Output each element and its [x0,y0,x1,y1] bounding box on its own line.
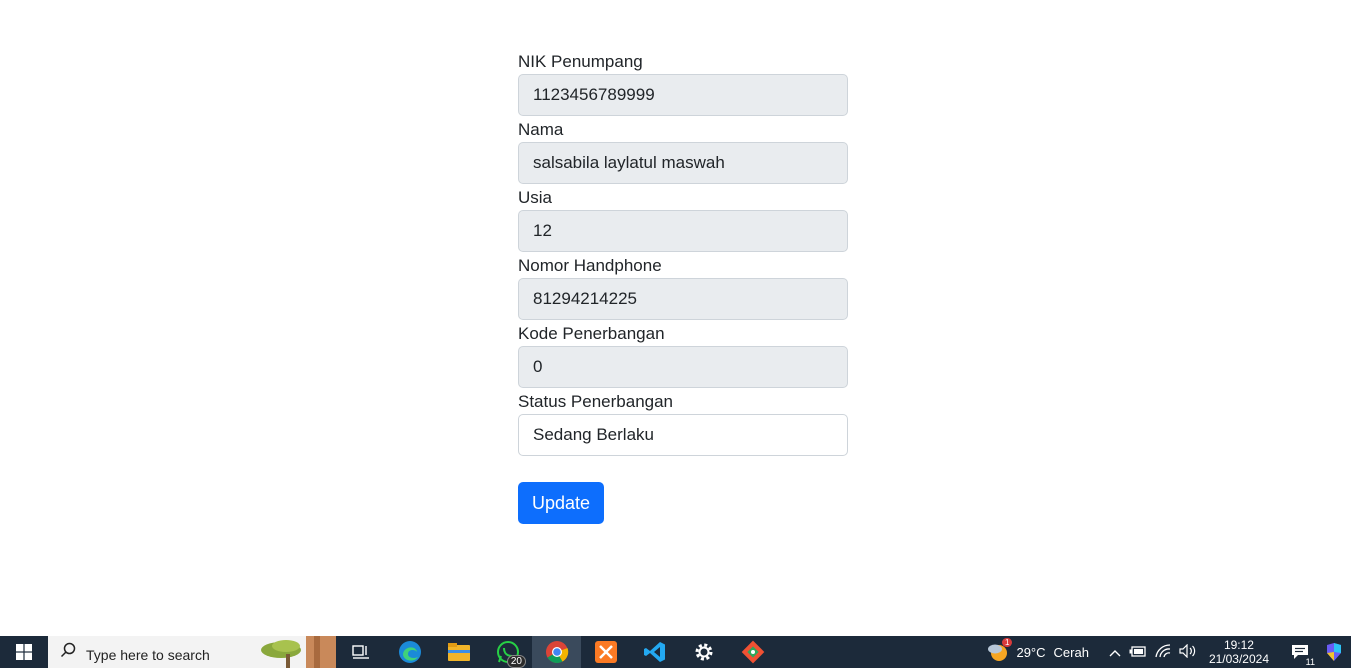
flight-code-label: Kode Penerbangan [518,324,665,343]
file-explorer-icon[interactable] [434,636,483,668]
notification-count: 11 [1305,657,1315,667]
nik-field[interactable]: 1123456789999 [518,74,848,116]
nama-field[interactable]: salsabila laylatul maswah [518,142,848,184]
clock[interactable]: 19:12 21/03/2024 [1209,638,1269,666]
phone-label: Nomor Handphone [518,256,662,275]
windows-icon[interactable] [0,636,48,668]
system-tray: 1 29°C Cerah 19:12 21/03/2024 11 [986,636,1351,668]
git-icon[interactable] [728,636,777,668]
usia-field[interactable]: 12 [518,210,848,252]
vscode-icon[interactable] [630,636,679,668]
weather-temperature: 29°C [1016,644,1046,660]
nik-label: NIK Penumpang [518,52,643,71]
settings-icon[interactable] [679,636,728,668]
page: NIK Penumpang 1123456789999 Nama salsabi… [0,0,1351,636]
taskbar: Type here to search 20 1 29°C Cerah 19:1… [0,636,1351,668]
clock-time: 19:12 [1223,638,1254,652]
update-button[interactable]: Update [518,482,605,524]
notification-icon[interactable]: 11 [1283,636,1317,668]
wifi-icon[interactable] [1155,643,1171,661]
task-view-icon[interactable] [336,636,385,668]
usia-label: Usia [518,188,553,207]
chrome-icon[interactable] [532,636,581,668]
clock-date: 21/03/2024 [1208,652,1269,666]
chevron-up-icon[interactable] [1109,645,1121,660]
weather-badge: 1 [1002,638,1013,647]
weather-condition: Cerah [1053,644,1089,660]
whatsapp-icon[interactable]: 20 [483,636,532,668]
battery-icon[interactable] [1129,645,1147,660]
phone-field[interactable]: 81294214225 [518,278,848,320]
search-placeholder: Type here to search [86,647,210,663]
whatsapp-badge: 20 [506,655,526,668]
volume-icon[interactable] [1179,643,1197,661]
weather-icon[interactable]: 1 [986,638,1013,664]
edge-icon[interactable] [385,636,434,668]
nama-label: Nama [518,120,564,139]
xampp-icon[interactable] [581,636,630,668]
flight-status-label: Status Penerbangan [518,392,674,411]
taskbar-search[interactable]: Type here to search [48,636,336,668]
tree-illustration-icon [261,636,336,668]
flight-code-field[interactable]: 0 [518,346,848,388]
copilot-icon[interactable] [1317,636,1351,668]
search-icon [60,642,76,663]
passenger-update-form: NIK Penumpang 1123456789999 Nama salsabi… [518,50,848,524]
flight-status-field[interactable]: Sedang Berlaku [518,414,848,456]
